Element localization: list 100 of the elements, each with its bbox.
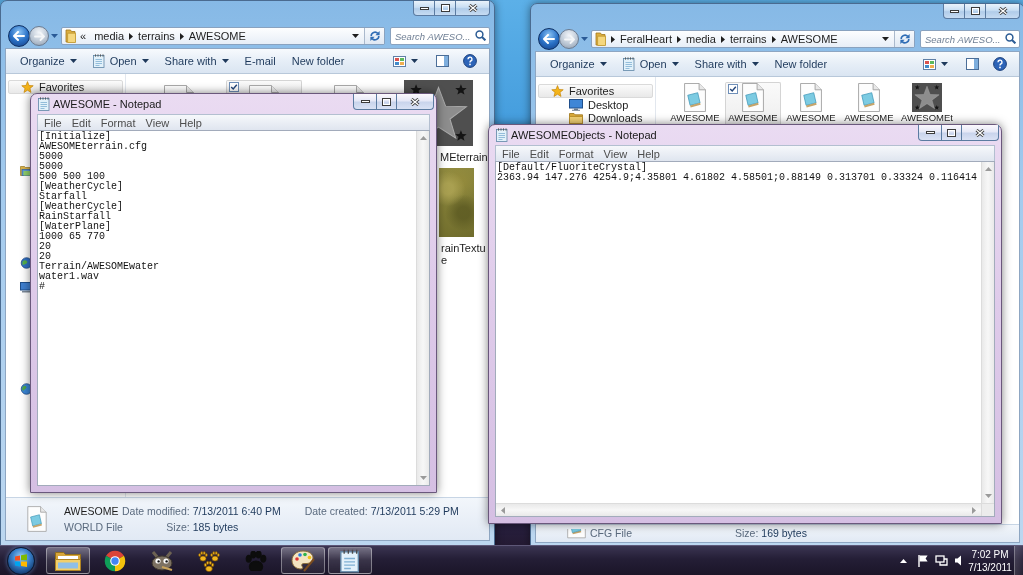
close-button[interactable] [455,1,490,16]
minimize-button[interactable] [353,94,377,110]
nav-item[interactable]: Downloads [538,111,653,124]
forward-button[interactable] [559,29,579,49]
icon-tile[interactable]: AWESOME [841,82,897,124]
help-icon[interactable] [993,57,1007,71]
icon-tile[interactable]: AWESOMEt [899,82,955,124]
menu-item[interactable]: Format [95,115,141,130]
search-icon[interactable] [1005,33,1016,44]
menu-item[interactable]: Edit [524,146,554,161]
flag-icon[interactable] [917,554,929,567]
breadcrumb-button[interactable]: AWESOME [776,31,842,47]
forward-button[interactable] [29,26,49,46]
globe-icon[interactable] [20,256,30,269]
menu-item[interactable]: Help [174,115,207,130]
horizontal-scrollbar[interactable] [496,503,981,516]
item-caption[interactable]: rainTextu e [439,241,488,267]
close-button[interactable] [396,94,434,110]
maximize-button[interactable] [941,125,962,141]
search-icon[interactable] [475,30,486,41]
text-editor[interactable]: [Initialize] AWESOMEterrain.cfg 5000 5000 500 500 100 [WeatherCycle] Starfall [WeatherCycle] RainStarfall [WaterPlane] 1000 65 770 20 20 Terrain/AWESOMEwater water1.wav # [37,130,430,486]
menu-item[interactable]: Edit [66,115,96,130]
text-line: 20 [39,242,52,252]
breadcrumb-button[interactable]: media [90,28,129,44]
toolbar-button[interactable]: Share with [156,50,237,72]
taskbar-clock[interactable]: 7:02 PM 7/13/2011 [966,546,1014,575]
minimize-button[interactable] [918,125,942,141]
network-icon[interactable] [935,554,949,567]
minimize-button[interactable] [413,1,435,16]
show-desktop-button[interactable] [1014,546,1023,575]
toolbar-button[interactable]: Organize [12,50,85,72]
breadcrumb-button[interactable]: terrains [725,31,771,47]
toolbar-button[interactable]: Share with [686,53,767,75]
view-options-icon[interactable] [923,58,936,70]
taskbar-button[interactable] [281,547,325,574]
caret-down-icon[interactable] [411,59,418,63]
menu-item[interactable]: View [598,146,633,161]
icon-tile[interactable]: AWESOME [783,82,839,124]
caret-down-icon[interactable] [141,59,149,63]
caret-up-icon[interactable] [900,558,907,563]
toolbar-button[interactable]: New folder [766,53,836,75]
toolbar-button[interactable]: Open [614,53,687,75]
menu-item[interactable]: View [140,115,175,130]
caret-down-icon[interactable] [352,34,359,38]
toolbar-button[interactable]: New folder [283,50,353,72]
menu-item[interactable]: File [497,146,525,161]
back-button[interactable] [538,28,560,50]
help-icon[interactable] [463,54,477,68]
close-button[interactable] [985,4,1020,19]
search-field[interactable]: Search AWESO... [390,27,490,45]
nav-item[interactable]: Favorites [8,80,123,94]
icon-tile[interactable]: AWESOME [667,82,723,124]
refresh-button[interactable] [364,28,384,44]
minimize-button[interactable] [943,4,965,19]
monitor-icon[interactable] [20,282,30,293]
toolbar-button[interactable]: E-mail [236,50,284,72]
maximize-button[interactable] [376,94,397,110]
caret-down-icon[interactable] [221,59,229,63]
preview-pane-icon[interactable] [966,58,979,70]
breadcrumb-button[interactable]: terrains [134,28,179,44]
search-field[interactable]: Search AWESO... [920,30,1020,48]
view-options-icon[interactable] [393,55,406,67]
hidden-locations-button[interactable]: « [76,28,91,44]
breadcrumb-button[interactable]: FeralHeart [616,31,676,47]
back-button[interactable] [8,25,30,47]
taskbar-button[interactable] [328,547,372,574]
caret-down-icon[interactable] [882,37,889,41]
nav-item[interactable]: Favorites [538,84,653,98]
maximize-button[interactable] [434,1,456,16]
caret-down-icon[interactable] [69,59,77,63]
breadcrumb-button[interactable]: media [681,31,720,47]
item-caption[interactable]: MEterrain [438,150,489,164]
vertical-scrollbar[interactable] [981,162,994,503]
address-bar[interactable]: « media terrains AWESOME [61,27,385,45]
menu-item[interactable]: Help [632,146,665,161]
globe-icon[interactable] [20,382,30,395]
text-editor[interactable]: [Default/FluoriteCrystal] 2363.94 147.276 4254.9;4.35801 4.61802 4.58501;0.88149 0.313701 0.33324 0.116414 [495,161,995,517]
menu-item[interactable]: Format [553,146,599,161]
toolbar-button[interactable]: Organize [542,53,615,75]
vertical-scrollbar[interactable] [416,131,429,485]
preview-pane-icon[interactable] [436,55,449,67]
caret-down-icon[interactable] [751,62,759,66]
icon-tile[interactable]: AWESOME [725,82,781,124]
close-button[interactable] [961,125,999,141]
refresh-icon [898,33,911,45]
maximize-button[interactable] [964,4,986,19]
address-bar[interactable]: FeralHeart media terrains AWESOME [591,30,915,48]
nav-item[interactable]: Desktop [538,98,653,111]
caret-down-icon[interactable] [599,62,607,66]
caret-down-icon[interactable] [671,62,679,66]
speaker-icon[interactable] [954,555,964,566]
refresh-button[interactable] [894,31,914,47]
start-button[interactable] [7,546,35,575]
toolbar-button[interactable]: Open [84,50,157,72]
caret-down-icon[interactable] [941,62,948,66]
icon-tile[interactable] [226,80,302,93]
taskbar-button[interactable] [46,547,90,574]
menu-item[interactable]: File [39,115,67,130]
breadcrumb-button[interactable]: AWESOME [184,28,250,44]
folder-stack-icon[interactable] [20,163,30,176]
